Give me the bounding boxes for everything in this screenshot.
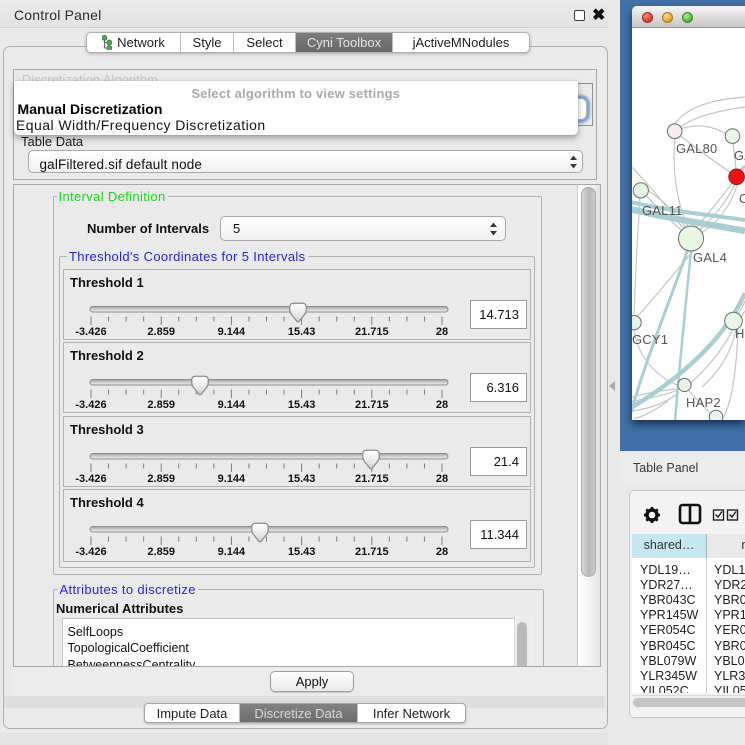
svg-text:2.859: 2.859 — [147, 326, 175, 338]
svg-text:9.144: 9.144 — [218, 326, 246, 338]
svg-text:GAL11: GAL11 — [642, 203, 683, 218]
svg-text:15.43: 15.43 — [288, 399, 316, 411]
svg-text:15.43: 15.43 — [288, 546, 316, 558]
svg-text:21.715: 21.715 — [355, 473, 389, 485]
svg-text:GAL80: GAL80 — [676, 141, 717, 156]
svg-text:21.715: 21.715 — [355, 546, 389, 558]
svg-text:GAL4: GAL4 — [693, 250, 727, 265]
svg-text:H: H — [735, 326, 745, 341]
svg-text:-3.426: -3.426 — [75, 326, 106, 338]
svg-text:21.715: 21.715 — [355, 399, 389, 411]
svg-text:28: 28 — [436, 326, 448, 338]
svg-text:21.715: 21.715 — [355, 326, 389, 338]
svg-text:2.859: 2.859 — [147, 546, 175, 558]
svg-text:28: 28 — [436, 399, 448, 411]
svg-text:2.859: 2.859 — [147, 399, 175, 411]
svg-text:15.43: 15.43 — [288, 326, 316, 338]
svg-text:GA: GA — [734, 148, 745, 163]
svg-text:HAP2: HAP2 — [686, 395, 721, 410]
svg-text:-3.426: -3.426 — [75, 399, 106, 411]
svg-text:-3.426: -3.426 — [75, 473, 106, 485]
svg-text:15.43: 15.43 — [288, 473, 316, 485]
svg-text:9.144: 9.144 — [218, 546, 246, 558]
svg-text:9.144: 9.144 — [218, 473, 246, 485]
svg-text:C: C — [739, 191, 745, 206]
svg-text:GCY1: GCY1 — [632, 332, 668, 347]
svg-text:28: 28 — [436, 546, 448, 558]
svg-text:2.859: 2.859 — [147, 473, 175, 485]
svg-text:9.144: 9.144 — [218, 399, 246, 411]
svg-text:-3.426: -3.426 — [75, 546, 106, 558]
svg-text:28: 28 — [436, 473, 448, 485]
